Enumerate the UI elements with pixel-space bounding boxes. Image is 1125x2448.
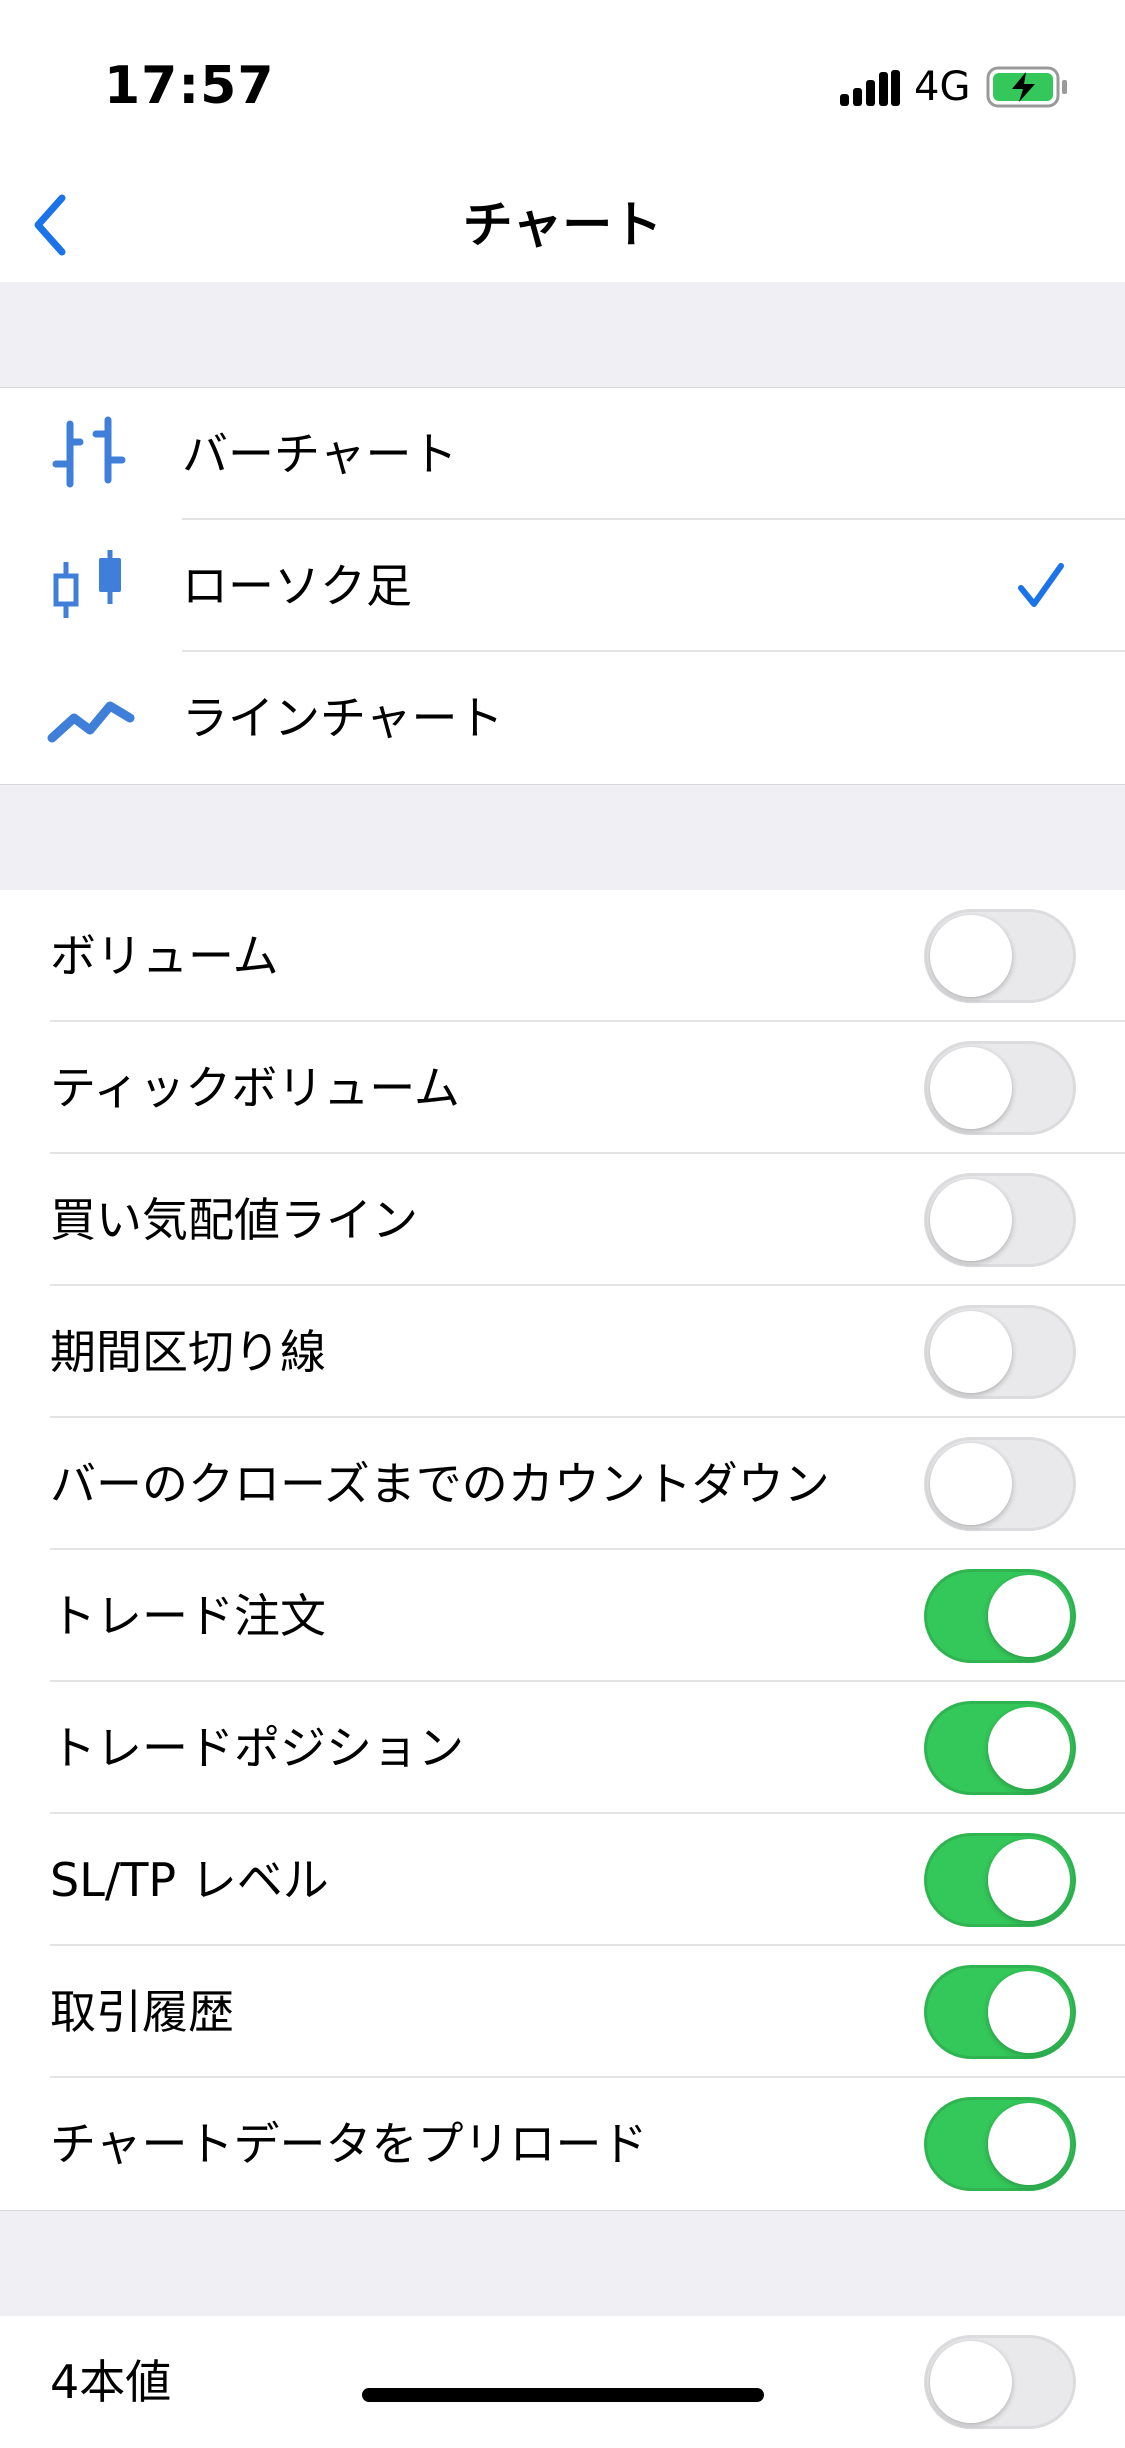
chart-type-bar[interactable]: バーチャート [0,388,1125,520]
setting-row-preload-data: チャートデータをプリロード [0,2078,1125,2210]
toggle-knob [930,915,1012,997]
toggle-knob [930,2341,1012,2423]
group-separator [0,282,1125,388]
setting-row-trade-positions: トレードポジション [0,1682,1125,1814]
trade-history-toggle[interactable] [924,1965,1076,2059]
chart-type-label: ラインチャート [182,691,504,745]
setting-label: トレードポジション [50,1721,464,1775]
chart-type-candlestick[interactable]: ローソク足 [0,520,1125,652]
toggle-knob [988,1971,1070,2053]
setting-row-trade-orders: トレード注文 [0,1550,1125,1682]
bar-chart-icon [52,416,126,488]
setting-label: ティックボリューム [50,1061,460,1115]
chart-type-line[interactable]: ラインチャート [0,652,1125,784]
setting-row-sltp-levels: SL/TP レベル [0,1814,1125,1946]
ohlc-toggle[interactable] [924,2335,1076,2429]
setting-label: トレード注文 [50,1589,326,1643]
setting-label: チャートデータをプリロード [50,2117,648,2171]
ohlc-settings-list: 4本値 [0,2316,1125,2448]
period-separators-toggle[interactable] [924,1305,1076,1399]
bar-countdown-toggle[interactable] [924,1437,1076,1531]
candlestick-icon [53,550,121,618]
toggle-knob [930,1443,1012,1525]
setting-row-ohlc: 4本値 [0,2316,1125,2448]
toggle-knob [988,1839,1070,1921]
setting-row-ask-line: 買い気配値ライン [0,1154,1125,1286]
ask-line-toggle[interactable] [924,1173,1076,1267]
toggle-knob [988,1575,1070,1657]
toggle-knob [988,2103,1070,2185]
chart-type-label: バーチャート [182,427,458,481]
setting-row-period-separators: 期間区切り線 [0,1286,1125,1418]
setting-row-tick-volume: ティックボリューム [0,1022,1125,1154]
setting-row-trade-history: 取引履歴 [0,1946,1125,2078]
group-separator [0,2210,1125,2317]
setting-row-bar-countdown: バーのクローズまでのカウントダウン [0,1418,1125,1550]
toggle-knob [930,1047,1012,1129]
setting-label: 取引履歴 [50,1985,234,2039]
setting-label: 期間区切り線 [50,1325,326,1379]
setting-label: 4本値 [50,2355,172,2409]
toggle-knob [930,1179,1012,1261]
line-chart-icon [47,701,135,743]
network-type: 4G [914,64,971,110]
sltp-levels-toggle[interactable] [924,1833,1076,1927]
trade-positions-toggle[interactable] [924,1701,1076,1795]
tick-volume-toggle[interactable] [924,1041,1076,1135]
display-settings-list: ボリューム ティックボリューム 買い気配値ライン 期間区切り線 バーのクローズま… [0,890,1125,2210]
group-separator [0,784,1125,891]
navigation-bar: チャート [0,170,1125,282]
setting-label: ボリューム [50,929,279,983]
setting-label: バーのクローズまでのカウントダウン [50,1457,830,1511]
toggle-knob [930,1311,1012,1393]
status-time: 17:57 [104,56,275,116]
cellular-signal-icon [840,70,900,106]
setting-row-volume: ボリューム [0,890,1125,1022]
battery-charging-icon [986,66,1067,108]
page-title: チャート [462,196,663,254]
status-bar: 17:57 4G [0,0,1125,170]
setting-label: 買い気配値ライン [50,1193,418,1247]
preload-data-toggle[interactable] [924,2097,1076,2191]
checkmark-icon [1018,563,1064,607]
chart-type-label: ローソク足 [182,559,412,613]
toggle-knob [988,1707,1070,1789]
volume-toggle[interactable] [924,909,1076,1003]
home-indicator[interactable] [362,2388,764,2402]
trade-orders-toggle[interactable] [924,1569,1076,1663]
chart-type-list: バーチャート ローソク足 ラインチャート [0,388,1125,784]
setting-label: SL/TP レベル [50,1853,329,1907]
